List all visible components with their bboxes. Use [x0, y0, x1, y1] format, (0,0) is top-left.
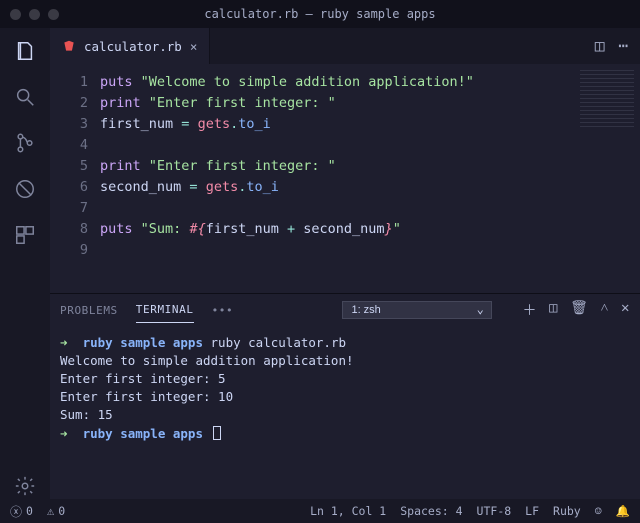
window-controls	[10, 9, 59, 20]
tab-bar: calculator.rb × ◫ ⋯	[50, 28, 640, 64]
window-title: calculator.rb — ruby sample apps	[0, 7, 640, 21]
status-notifications-icon[interactable]: 🔔	[616, 504, 630, 518]
status-eol[interactable]: LF	[525, 504, 539, 518]
extensions-icon[interactable]	[12, 222, 38, 248]
line-number-gutter: 123456789	[50, 64, 100, 293]
panel-tab-terminal[interactable]: TERMINAL	[136, 297, 194, 323]
maximize-panel-icon[interactable]: ˄	[600, 300, 609, 320]
panel-tab-problems[interactable]: PROBLEMS	[60, 298, 118, 323]
window-min-dot[interactable]	[29, 9, 40, 20]
explorer-icon[interactable]	[12, 38, 38, 64]
close-panel-icon[interactable]: ✕	[621, 300, 630, 320]
panel-tab-bar: PROBLEMS TERMINAL ••• 1: zsh ＋ ◫ 🗑 ˄ ✕	[50, 294, 640, 326]
split-terminal-icon[interactable]: ◫	[549, 300, 558, 320]
status-indent[interactable]: Spaces: 4	[400, 504, 462, 518]
debug-icon[interactable]	[12, 176, 38, 202]
window-max-dot[interactable]	[48, 9, 59, 20]
status-warnings[interactable]: ⚠ 0	[47, 504, 65, 518]
tab-close-icon[interactable]: ×	[190, 39, 198, 54]
editor-tab-calculator[interactable]: calculator.rb ×	[50, 28, 210, 64]
editor[interactable]: 123456789 puts "Welcome to simple additi…	[50, 64, 640, 293]
split-editor-icon[interactable]: ◫	[595, 38, 605, 54]
status-errors[interactable]: ⓧ 0	[10, 503, 33, 520]
code-area[interactable]: puts "Welcome to simple addition applica…	[100, 64, 640, 293]
new-terminal-icon[interactable]: ＋	[522, 300, 537, 320]
bottom-panel: PROBLEMS TERMINAL ••• 1: zsh ＋ ◫ 🗑 ˄ ✕ ➜	[50, 293, 640, 499]
status-encoding[interactable]: UTF-8	[477, 504, 512, 518]
terminal-output[interactable]: ➜ ruby sample apps ruby calculator.rbWel…	[50, 326, 640, 499]
more-actions-icon[interactable]: ⋯	[618, 38, 628, 54]
status-bar: ⓧ 0 ⚠ 0 Ln 1, Col 1 Spaces: 4 UTF-8 LF R…	[0, 499, 640, 523]
tab-label: calculator.rb	[84, 39, 182, 54]
titlebar: calculator.rb — ruby sample apps	[0, 0, 640, 28]
ruby-file-icon	[62, 39, 76, 53]
settings-gear-icon[interactable]	[12, 473, 38, 499]
status-feedback-icon[interactable]: ☺	[595, 504, 602, 518]
terminal-shell-select[interactable]: 1: zsh	[342, 301, 492, 319]
kill-terminal-icon[interactable]: 🗑	[570, 300, 588, 320]
status-cursor-position[interactable]: Ln 1, Col 1	[310, 504, 386, 518]
error-icon: ⓧ	[10, 503, 22, 520]
search-icon[interactable]	[12, 84, 38, 110]
window-close-dot[interactable]	[10, 9, 21, 20]
warning-icon: ⚠	[47, 504, 54, 518]
tab-actions: ◫ ⋯	[583, 28, 640, 64]
activity-bar	[0, 28, 50, 499]
source-control-icon[interactable]	[12, 130, 38, 156]
status-language[interactable]: Ruby	[553, 504, 581, 518]
panel-tab-more[interactable]: •••	[212, 298, 234, 323]
